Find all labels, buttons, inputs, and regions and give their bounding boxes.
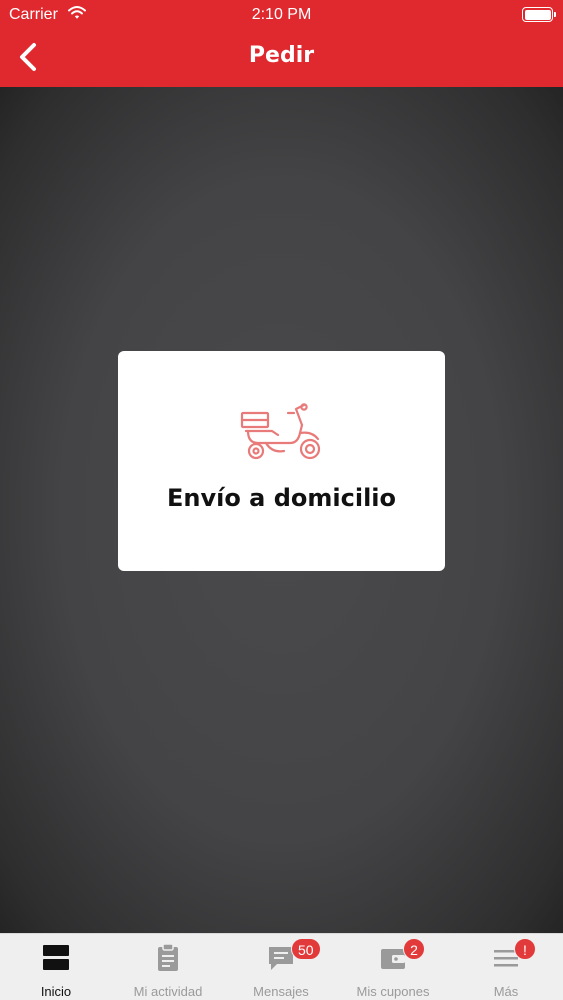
tab-label: Más — [493, 984, 519, 999]
home-delivery-label: Envío a domicilio — [166, 484, 397, 512]
clock-label: 2:10 PM — [251, 6, 312, 23]
more-alert-badge: ! — [514, 938, 536, 960]
tab-mensajes[interactable]: 50 Mensajes — [225, 934, 337, 1000]
tab-inicio[interactable]: Inicio — [0, 934, 112, 1000]
tab-mas[interactable]: ! Más — [450, 934, 562, 1000]
nav-bar: Pedir — [0, 30, 563, 87]
battery-icon — [522, 7, 556, 22]
status-bar: Carrier 2:10 PM — [0, 0, 563, 30]
tab-label: Mis cupones — [356, 984, 430, 999]
coupons-badge: 2 — [403, 938, 425, 960]
home-delivery-option[interactable]: Envío a domicilio — [118, 351, 445, 571]
app-header: Carrier 2:10 PM Pedir — [0, 0, 563, 87]
scooter-icon — [240, 403, 321, 460]
tab-mis-cupones[interactable]: 2 Mis cupones — [337, 934, 449, 1000]
main-content: Envío a domicilio — [0, 87, 563, 933]
bottom-tab-bar: Inicio Mi actividad 50 Mensajes 2 Mis cu… — [0, 933, 563, 1000]
home-grid-icon — [43, 945, 69, 970]
tab-mi-actividad[interactable]: Mi actividad — [112, 934, 224, 1000]
tab-label: Inicio — [40, 984, 72, 999]
page-title: Pedir — [248, 43, 315, 68]
messages-badge: 50 — [291, 938, 321, 960]
tab-label: Mi actividad — [133, 984, 203, 999]
tab-label: Mensajes — [253, 984, 309, 999]
clipboard-icon — [158, 944, 178, 971]
